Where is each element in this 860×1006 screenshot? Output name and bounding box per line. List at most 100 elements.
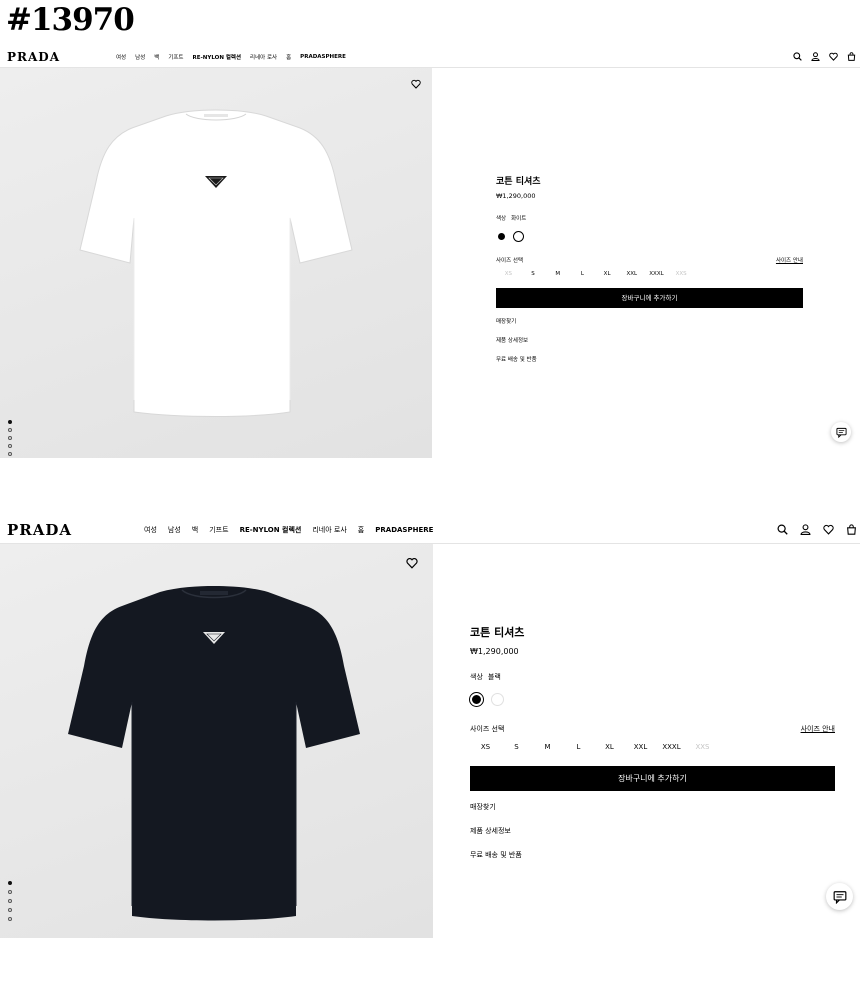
product-image-gallery[interactable] xyxy=(0,544,433,938)
product-screenshot-white: PRADA 여성 남성 백 기프트 RE-NYLON 컬렉션 리네아 로사 홈 … xyxy=(0,44,860,458)
product-price: ₩1,290,000 xyxy=(470,647,519,656)
nav-item-re-nylon[interactable]: RE-NYLON 컬렉션 xyxy=(193,53,242,61)
bag-icon[interactable] xyxy=(847,52,856,61)
size-option[interactable]: XXXL xyxy=(656,743,687,751)
size-options: XS S M L XL XXL XXXL XXS xyxy=(470,743,835,751)
main-nav: 여성 남성 백 기프트 RE-NYLON 컬렉션 리네아 로사 홈 PRADAS… xyxy=(144,525,433,535)
shipping-returns-link[interactable]: 무료 배송 및 반품 xyxy=(470,850,835,860)
size-header: 사이즈 선택 사이즈 안내 xyxy=(496,256,803,264)
prada-logo[interactable]: PRADA xyxy=(7,521,72,539)
heart-icon[interactable] xyxy=(823,524,834,535)
nav-item-home[interactable]: 홈 xyxy=(358,525,364,535)
bag-icon[interactable] xyxy=(846,524,857,535)
nav-item-men[interactable]: 남성 xyxy=(135,53,145,61)
add-to-cart-button[interactable]: 장바구니에 추가하기 xyxy=(496,288,803,308)
search-icon[interactable] xyxy=(793,52,802,61)
color-value: 블랙 xyxy=(487,673,501,681)
account-icon[interactable] xyxy=(800,524,811,535)
size-option[interactable]: XXL xyxy=(619,271,644,277)
product-image-gallery[interactable] xyxy=(0,68,432,458)
size-guide-link[interactable]: 사이즈 안내 xyxy=(801,724,835,734)
shipping-returns-link[interactable]: 무료 배송 및 반품 xyxy=(496,355,803,363)
nav-item-pradasphere[interactable]: PRADASPHERE xyxy=(375,526,433,534)
account-icon[interactable] xyxy=(811,52,820,61)
chat-button[interactable] xyxy=(831,422,851,442)
chat-icon xyxy=(833,890,846,904)
product-tshirt-image xyxy=(68,586,360,921)
nav-item-re-nylon[interactable]: RE-NYLON 컬렉션 xyxy=(240,525,302,535)
wishlist-heart-icon[interactable] xyxy=(406,557,418,569)
color-label: 색상 xyxy=(470,673,483,681)
gallery-dot[interactable] xyxy=(8,899,12,903)
gallery-dot[interactable] xyxy=(8,908,12,912)
color-swatches xyxy=(470,693,835,706)
chat-button[interactable] xyxy=(826,883,853,910)
product-details-link[interactable]: 제품 상세정보 xyxy=(496,336,803,344)
site-header: PRADA 여성 남성 백 기프트 RE-NYLON 컬렉션 리네아 로사 홈 … xyxy=(0,44,860,68)
heart-icon[interactable] xyxy=(829,52,838,61)
nav-item-linea-rossa[interactable]: 리네아 로사 xyxy=(312,525,346,535)
product-title: 코튼 티셔츠 xyxy=(470,626,525,639)
nav-item-women[interactable]: 여성 xyxy=(116,53,126,61)
gallery-dot[interactable] xyxy=(8,917,12,921)
swatch-white[interactable] xyxy=(513,231,524,242)
nav-item-gifts[interactable]: 기프트 xyxy=(168,53,183,61)
gallery-dots xyxy=(8,881,12,921)
size-option[interactable]: S xyxy=(501,743,532,751)
search-icon[interactable] xyxy=(777,524,788,535)
product-links: 매장찾기 제품 상세정보 무료 배송 및 반품 xyxy=(496,317,803,363)
prada-logo[interactable]: PRADA xyxy=(7,50,60,64)
gallery-dot[interactable] xyxy=(8,452,12,456)
product-price: ₩1,290,000 xyxy=(496,192,536,200)
nav-item-women[interactable]: 여성 xyxy=(144,525,157,535)
store-finder-link[interactable]: 매장찾기 xyxy=(496,317,803,325)
size-option[interactable]: XXXL xyxy=(644,271,669,277)
product-screenshot-black: PRADA 여성 남성 백 기프트 RE-NYLON 컬렉션 리네아 로사 홈 … xyxy=(0,514,860,938)
header-icons xyxy=(777,524,857,535)
nav-item-men[interactable]: 남성 xyxy=(168,525,181,535)
product-info-panel: 코튼 티셔츠 ₩1,290,000 색상 블랙 사이즈 선택 사이즈 안내 XS… xyxy=(470,624,835,860)
swatch-black[interactable] xyxy=(470,693,483,706)
size-option[interactable]: XS xyxy=(496,271,521,277)
size-option[interactable]: M xyxy=(545,271,570,277)
site-header: PRADA 여성 남성 백 기프트 RE-NYLON 컬렉션 리네아 로사 홈 … xyxy=(0,514,860,544)
header-icons xyxy=(793,52,856,61)
size-option[interactable]: S xyxy=(521,271,546,277)
size-option[interactable]: XXS xyxy=(669,271,694,277)
nav-item-bags[interactable]: 백 xyxy=(154,53,159,61)
gallery-dot[interactable] xyxy=(8,881,12,885)
size-option[interactable]: XXL xyxy=(625,743,656,751)
nav-item-linea-rossa[interactable]: 리네아 로사 xyxy=(250,53,277,61)
color-value: 화이트 xyxy=(511,216,527,222)
size-options: XS S M L XL XXL XXXL XXS xyxy=(496,271,803,277)
gallery-dot[interactable] xyxy=(8,890,12,894)
nav-item-pradasphere[interactable]: PRADASPHERE xyxy=(300,54,346,60)
size-option[interactable]: XL xyxy=(595,271,620,277)
size-option[interactable]: M xyxy=(532,743,563,751)
size-option[interactable]: L xyxy=(570,271,595,277)
add-to-cart-button[interactable]: 장바구니에 추가하기 xyxy=(470,766,835,791)
chat-icon xyxy=(835,427,847,438)
gallery-dot[interactable] xyxy=(8,428,12,432)
gallery-dot[interactable] xyxy=(8,436,12,440)
swatch-black[interactable] xyxy=(498,233,505,240)
swatch-white[interactable] xyxy=(491,693,504,706)
size-option[interactable]: L xyxy=(563,743,594,751)
size-option[interactable]: XS xyxy=(470,743,501,751)
product-details-link[interactable]: 제품 상세정보 xyxy=(470,826,835,836)
nav-item-bags[interactable]: 백 xyxy=(192,525,198,535)
gallery-dot[interactable] xyxy=(8,444,12,448)
nav-item-gifts[interactable]: 기프트 xyxy=(209,525,228,535)
wishlist-heart-icon[interactable] xyxy=(411,79,421,89)
size-guide-link[interactable]: 사이즈 안내 xyxy=(776,256,803,264)
product-tshirt-image xyxy=(79,109,353,417)
gallery-dots xyxy=(8,420,12,456)
gallery-dot[interactable] xyxy=(8,420,12,424)
size-select-label: 사이즈 선택 xyxy=(470,725,505,733)
size-option[interactable]: XXS xyxy=(687,743,718,751)
size-option[interactable]: XL xyxy=(594,743,625,751)
listing-code: #13970 xyxy=(6,2,135,38)
store-finder-link[interactable]: 매장찾기 xyxy=(470,802,835,812)
main-nav: 여성 남성 백 기프트 RE-NYLON 컬렉션 리네아 로사 홈 PRADAS… xyxy=(116,53,346,61)
nav-item-home[interactable]: 홈 xyxy=(286,53,291,61)
